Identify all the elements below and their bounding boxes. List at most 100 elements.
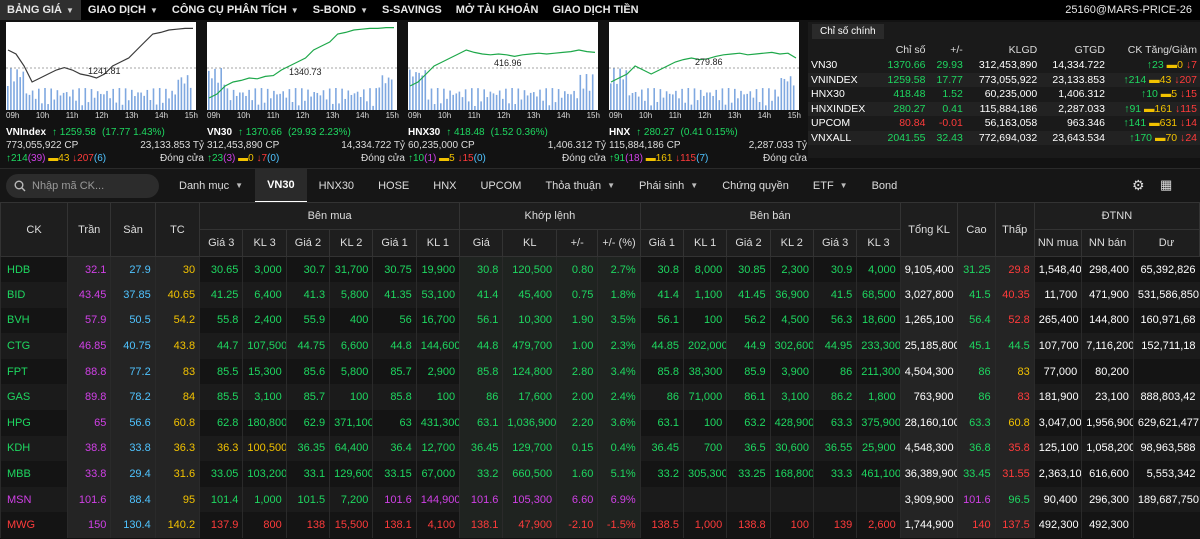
index-col-4[interactable]: GTGD [1040,42,1108,58]
stock-row[interactable]: CTG 46.85 40.75 43.8 44.7 107,500 44.75 6,600 44… [0,333,1200,359]
col-tong-kl[interactable]: Tổng KL [899,202,959,257]
col-match-2[interactable]: +/- [556,229,599,257]
stock-row[interactable]: BID 43.45 37.85 40.65 41.25 6,400 41.3 5,800 41.… [0,282,1200,308]
stock-symbol[interactable]: GAS [0,384,68,411]
stock-cell: 38.8 [67,435,111,462]
tab-hnx30[interactable]: HNX30 [307,169,366,203]
col-tc[interactable]: TC [154,202,201,257]
search-box[interactable] [6,173,159,198]
stock-symbol[interactable]: MBB [0,461,68,487]
index-chart-vnindex[interactable]: 1241.81 09h 10h 11h 12h 13h 14h 15h VNIndex ↑ 125… [0,22,204,167]
col-buy-5[interactable]: KL 1 [415,229,461,257]
stock-symbol[interactable]: HPG [0,410,68,436]
index-row[interactable]: VN30 1370.66 29.93 312,453,890 14,334.722 ↑23… [808,58,1200,73]
stock-cell: 33.2 [639,461,684,487]
index-row[interactable]: VNINDEX 1259.58 17.77 773,055,922 23,133.853… [808,72,1200,87]
stock-row[interactable]: HPG 65 56.6 60.8 62.8 180,800 62.9 371,100 63 431… [0,410,1200,436]
volume-bar [675,90,677,110]
stock-row[interactable]: MSN 101.6 88.4 95 101.4 1,000 101.5 7,200 101.6 1… [0,486,1200,513]
col-match-0[interactable]: Giá [459,229,504,257]
tab-etf[interactable]: ETF ▼ [801,169,860,203]
stock-symbol[interactable]: HDB [0,256,68,283]
time-tick: 10h [437,111,452,120]
account-label[interactable]: 25160@MARS-PRICE-26 [1065,4,1200,16]
stock-row[interactable]: GAS 89.8 78.2 84 85.5 3,100 85.7 100 85.8 100 86 17… [0,384,1200,411]
index-chart-hnx30[interactable]: 416.96 09h 10h 11h 12h 13h 14h 15h HNX30 ↑ 418.48… [402,22,606,167]
stock-symbol[interactable]: BVH [0,307,68,334]
index-row[interactable]: HNXINDEX 280.27 0.41 115,884,186 2,287.033 ↑9… [808,101,1200,116]
col-sell-1[interactable]: KL 1 [682,229,728,257]
stock-symbol[interactable]: MWG [0,512,68,539]
nav-item-6[interactable]: GIAO DỊCH TIỀN [545,0,645,20]
stock-cell: 98,963,588 [1132,435,1200,462]
nav-item-5[interactable]: MỞ TÀI KHOẢN [449,0,546,20]
index-row[interactable]: VNXALL 2041.55 32.43 772,694,032 23,643.534 ↑… [808,130,1200,145]
stock-symbol[interactable]: CTG [0,333,68,359]
col-match-1[interactable]: KL [502,229,558,257]
stock-row[interactable]: MBB 33.8 29.4 31.6 33.05 103,200 33.1 129,600 33… [0,461,1200,487]
col-sell-4[interactable]: Giá 3 [812,229,858,257]
tab-vn30[interactable]: VN30 [255,168,307,203]
stock-row[interactable]: HDB 32.1 27.9 30 30.65 3,000 30.7 31,700 30.75 19… [0,256,1200,283]
index-chart-hnx[interactable]: 279.86 09h 10h 11h 12h 13h 14h 15h HNX ↑ 280.27 (0… [603,22,807,167]
tab-phái-sinh[interactable]: Phái sinh ▼ [627,169,710,203]
tab-hnx[interactable]: HNX [421,169,468,203]
stock-symbol[interactable]: KDH [0,435,68,462]
stock-row[interactable]: BVH 57.9 50.5 54.2 55.8 2,400 55.9 400 56 16,700 5… [0,307,1200,334]
index-row[interactable]: UPCOM 80.84 -0.01 56,163,058 963.346 ↑141 ▬63… [808,116,1200,131]
index-col-2[interactable]: +/- [928,42,965,58]
col-sell-3[interactable]: KL 2 [769,229,814,257]
col-buy-3[interactable]: KL 2 [329,229,374,257]
nav-item-1[interactable]: GIAO DỊCH ▼ [81,0,165,20]
grid-icon[interactable]: ▦ [1160,178,1174,192]
col-dtnn-1[interactable]: NN bán [1081,229,1134,257]
col-sell-0[interactable]: Giá 1 [639,229,684,257]
stock-code-input[interactable] [32,179,142,192]
nav-item-0[interactable]: BẢNG GIÁ ▼ [0,0,81,20]
col-ck[interactable]: CK [0,202,69,257]
col-tran[interactable]: Trần [67,202,112,257]
col-san[interactable]: Sàn [110,202,156,257]
col-match-3[interactable]: +/- (%) [597,229,641,257]
time-tick: 12h [496,111,511,120]
index-col-5[interactable]: CK Tăng/Giảm [1108,42,1200,58]
tab-hose[interactable]: HOSE [366,169,421,203]
index-col-3[interactable]: KLGD [966,42,1040,58]
stock-row[interactable]: FPT 88.8 77.2 83 85.5 15,300 85.6 5,800 85.7 2,90… [0,358,1200,385]
breadth-floor_down: (0) [267,153,279,164]
col-buy-2[interactable]: Giá 2 [285,229,331,257]
tab-upcom[interactable]: UPCOM [468,169,533,203]
col-dtnn-2[interactable]: Dư [1132,229,1200,257]
index-chart-vn30[interactable]: 1340.73 09h 10h 11h 12h 13h 14h 15h VN30 ↑ 1370.6… [201,22,405,167]
nav-item-4[interactable]: S-SAVINGS [375,0,449,20]
col-buy-1[interactable]: KL 3 [242,229,287,257]
volume-bar [446,98,448,110]
index-row[interactable]: HNX30 418.48 1.52 60,235,000 1,406.312 ↑10 ▬5… [808,87,1200,102]
stock-symbol[interactable]: BID [0,282,68,308]
breadth-up: ↑141 [1123,117,1147,130]
tab-bond[interactable]: Bond [860,169,910,203]
nav-item-3[interactable]: S-BOND ▼ [306,0,375,20]
col-buy-0[interactable]: Giá 3 [199,229,244,257]
volume-bar [678,98,680,110]
col-sell-5[interactable]: KL 3 [856,229,901,257]
tab-thỏa-thuận[interactable]: Thỏa thuận ▼ [533,169,627,203]
stock-cell: 31,700 [329,256,373,283]
col-sell-2[interactable]: Giá 2 [726,229,771,257]
stock-symbol[interactable]: MSN [0,486,68,513]
stock-row[interactable]: KDH 38.8 33.8 36.3 36.3 100,500 36.35 64,400 36.… [0,435,1200,462]
tab-chứng-quyền[interactable]: Chứng quyền [710,169,801,203]
stock-row[interactable]: MWG 150 130.4 140.2 137.9 800 138 15,500 138.1 4,… [0,512,1200,539]
index-col-0[interactable] [808,42,878,58]
col-buy-4[interactable]: Giá 1 [372,229,417,257]
index-tab[interactable]: Chỉ số chính [812,24,884,39]
col-thap[interactable]: Thấp [994,202,1035,257]
col-cao[interactable]: Cao [957,202,996,257]
time-tick: 12h [697,111,712,120]
col-dtnn-0[interactable]: NN mua [1033,229,1083,257]
nav-item-2[interactable]: CÔNG CỤ PHÂN TÍCH ▼ [165,0,306,20]
tab-danh-mục[interactable]: Danh mục ▼ [167,169,255,203]
index-col-1[interactable]: Chỉ số [878,42,929,58]
stock-symbol[interactable]: FPT [0,358,68,385]
gear-icon[interactable]: ⚙ [1132,178,1146,192]
